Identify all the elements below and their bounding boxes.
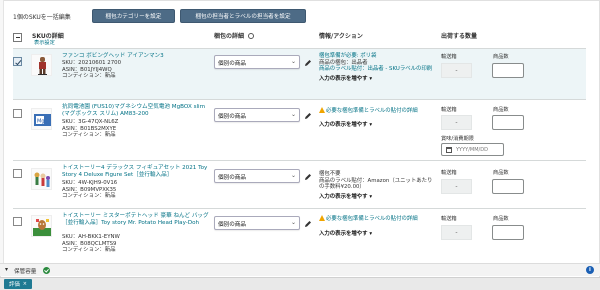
product-meta: SKU：4W-KJH9-0V16 ASIN：B09MVPXK35 コンディション…: [62, 180, 118, 200]
tab-evaluation[interactable]: 評価 ×: [4, 279, 32, 289]
ship-box-value: -: [441, 225, 472, 240]
bulk-toolbar: 1個のSKUを一括編集 梱包カテゴリーを設定 梱包の担当者とラベルの担当者を設定: [13, 9, 587, 23]
edit-pencil-icon[interactable]: [304, 112, 312, 120]
row-checkbox[interactable]: [13, 169, 22, 178]
product-thumbnail[interactable]: [31, 168, 52, 190]
label-print-link[interactable]: 商品のラベル貼付：出品者 - SKUラベルの印刷: [319, 66, 435, 73]
condition-value: 新品: [104, 247, 116, 254]
selection-count: 1個のSKUを一括編集: [13, 14, 71, 21]
check-circle-icon: [43, 267, 50, 274]
set-packer-button[interactable]: 梱包の担当者とラベルの担当者を設定: [180, 9, 306, 23]
storage-capacity-bar[interactable]: ▾ 保管容量: [0, 263, 600, 276]
packing-select[interactable]: 個別の商品 ⌄: [214, 169, 300, 183]
sku-value: 4W-KJH9-0V16: [78, 180, 118, 186]
chevron-down-icon[interactable]: ▾: [5, 266, 8, 273]
info-actions: 必要な梱包準備とラベルの貼付の詳細 入力の表示を増やす ▾: [319, 215, 435, 237]
asin-value: B08QCLMTS9: [80, 240, 117, 247]
table-header: SKUの詳細 表示設定 梱包の詳細 情報/アクション 出荷する数量: [13, 27, 586, 49]
show-more-link[interactable]: 入力の表示を増やす ▾: [319, 122, 435, 129]
select-all-checkbox[interactable]: [13, 33, 22, 42]
sku-value: 3G-47QX-NL6Z: [78, 119, 119, 125]
chevron-down-icon: ⌄: [290, 172, 296, 179]
header-packing: 梱包の詳細: [214, 31, 255, 40]
units-input[interactable]: [492, 115, 524, 130]
units-input[interactable]: [492, 225, 524, 240]
ship-box-value: -: [441, 179, 472, 194]
product-thumbnail[interactable]: [31, 54, 52, 76]
show-more-link[interactable]: 入力の表示を増やす ▾: [319, 76, 435, 83]
packing-select[interactable]: 個別の商品 ⌄: [214, 55, 300, 69]
condition-value: 新品: [104, 132, 116, 139]
table-row: トイストーリー ミスターポテトヘッド 豪華 ねんど バッグ［並行輸入品］Toy …: [13, 209, 586, 263]
info-actions: 梱包準備が必要: ポリ袋 商品の梱包：出品者 商品のラベル貼付：出品者 - SK…: [319, 53, 435, 82]
edit-pencil-icon[interactable]: [304, 220, 312, 228]
svg-text:Mg: Mg: [37, 119, 45, 125]
sku-value: 20210601 2700: [78, 60, 122, 66]
product-thumbnail[interactable]: [31, 215, 52, 237]
sku-value: AH-BKK1-EYNW: [78, 234, 120, 240]
condition-value: 新品: [104, 73, 116, 80]
row-checkbox[interactable]: [13, 109, 22, 118]
table-row: Mg 抗同電池園 (FUS10)マグネシウム空気電池 MgBOX slim (マ…: [13, 100, 586, 161]
info-actions: 必要な梱包準備とラベルの貼付の詳細 入力の表示を増やす ▾: [319, 107, 435, 128]
product-name-link[interactable]: トイストーリー ミスターポテトヘッド 豪華 ねんど バッグ［並行輸入品］Toy …: [62, 213, 210, 227]
table-row: トイストーリー4 デラックス フィギュアセット 2021 Toy Story 4…: [13, 161, 586, 209]
calendar-icon: [446, 147, 452, 153]
info-circle-icon[interactable]: [248, 33, 255, 39]
product-name-link[interactable]: トイストーリー4 デラックス フィギュアセット 2021 Toy Story 4…: [62, 165, 210, 179]
product-meta: SKU：3G-47QX-NL6Z ASIN：B01BS2MXYE コンディション…: [62, 119, 119, 139]
ship-box-value: -: [441, 63, 472, 78]
product-thumbnail[interactable]: Mg: [31, 108, 52, 130]
prep-required-link[interactable]: 梱包準備が必要: ポリ袋: [319, 53, 435, 60]
product-meta: SKU：20210601 2700 ASIN：B01JYIJ4WQ コンディショ…: [62, 60, 122, 80]
table-row: ファンコ ボビングヘッド アイアンマン3 SKU：20210601 2700 A…: [13, 49, 586, 100]
prep-label-details-link[interactable]: 必要な梱包準備とラベルの貼付の詳細: [319, 107, 435, 115]
units-input[interactable]: [492, 179, 524, 194]
expiry-date-input[interactable]: YYYY/MM/DD: [441, 143, 504, 156]
edit-pencil-icon[interactable]: [304, 173, 312, 181]
edit-pencil-icon[interactable]: [304, 59, 312, 67]
prep-label-details-link[interactable]: 必要な梱包準備とラベルの貼付の詳細: [319, 215, 435, 223]
units-input[interactable]: [492, 63, 524, 78]
packing-select[interactable]: 個別の商品 ⌄: [214, 108, 300, 122]
left-gutter: [0, 0, 4, 263]
header-info-actions: 情報/アクション: [319, 33, 363, 40]
close-icon[interactable]: ×: [23, 281, 27, 287]
info-icon[interactable]: i: [586, 266, 594, 274]
display-settings-link[interactable]: 表示設定: [34, 39, 55, 46]
bottom-tab-bar: 評価 ×: [0, 277, 600, 290]
chevron-down-icon: ⌄: [290, 111, 296, 118]
warning-icon: [319, 215, 325, 221]
product-name-link[interactable]: ファンコ ボビングヘッド アイアンマン3: [62, 53, 210, 60]
asin-value: B01JYIJ4WQ: [80, 66, 112, 73]
product-name-link[interactable]: 抗同電池園 (FUS10)マグネシウム空気電池 MgBOX slim (マグボッ…: [62, 104, 210, 118]
header-quantity: 出荷する数量: [441, 33, 478, 40]
show-more-link[interactable]: 入力の表示を増やす ▾: [319, 194, 435, 201]
set-category-button[interactable]: 梱包カテゴリーを設定: [92, 9, 175, 23]
ship-box-value: -: [441, 115, 472, 130]
warning-icon: [319, 107, 325, 113]
packing-select[interactable]: 個別の商品 ⌄: [214, 216, 300, 230]
row-checkbox[interactable]: [13, 57, 22, 66]
show-more-link[interactable]: 入力の表示を増やす ▾: [319, 231, 435, 238]
condition-value: 新品: [104, 193, 116, 200]
storage-capacity-label: 保管容量: [14, 269, 37, 275]
info-actions: 梱包不要 商品のラベル貼付：Amazon（ユニットあたりの手数料¥20.00） …: [319, 171, 435, 200]
asin-value: B09MVPXK35: [80, 186, 117, 193]
asin-value: B01BS2MXYE: [80, 125, 117, 132]
chevron-down-icon: ⌄: [290, 219, 296, 226]
product-meta: SKU：AH-BKK1-EYNW ASIN：B08QCLMTS9 コンディション…: [62, 234, 120, 254]
row-checkbox[interactable]: [13, 217, 22, 226]
chevron-down-icon: ⌄: [290, 58, 296, 65]
